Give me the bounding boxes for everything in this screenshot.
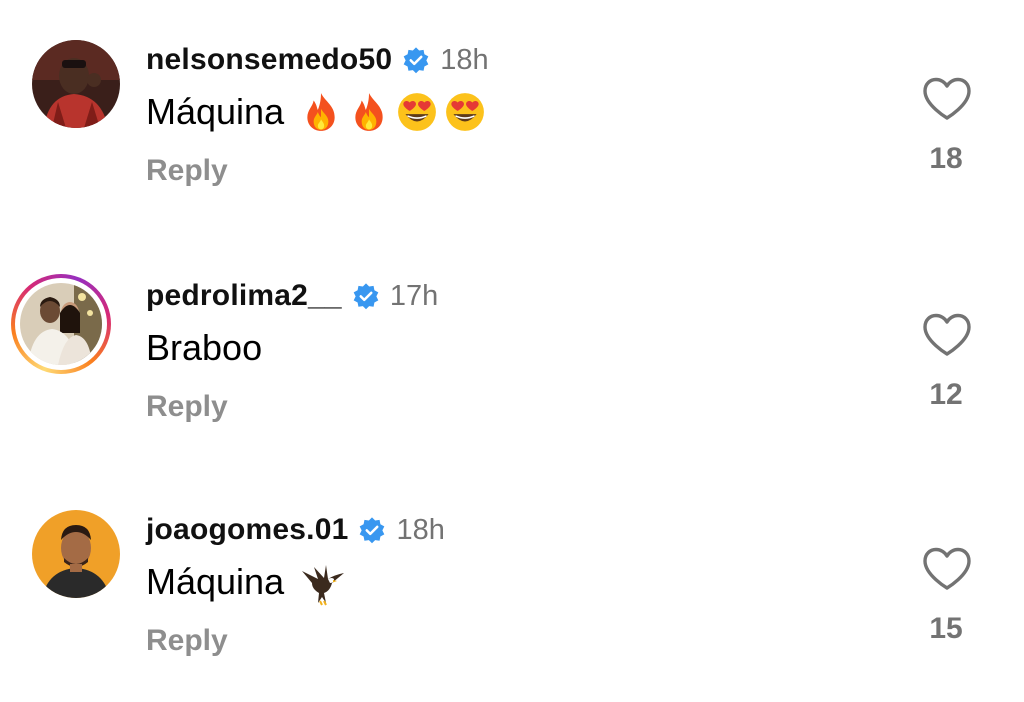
fire-emoji-icon bbox=[348, 91, 390, 133]
comment-item: joaogomes.01 18h Máquina Reply 15 bbox=[0, 470, 1024, 670]
comment-text: Máquina bbox=[146, 561, 285, 602]
like-heart-icon[interactable] bbox=[920, 546, 974, 592]
avatar[interactable] bbox=[32, 40, 120, 128]
comment-item: nelsonsemedo50 18h Máquina Reply 18 bbox=[0, 0, 1024, 200]
fire-emoji-icon bbox=[300, 91, 342, 133]
like-heart-icon[interactable] bbox=[920, 312, 974, 358]
comment-text-line: Braboo bbox=[146, 326, 262, 370]
avatar[interactable] bbox=[20, 283, 102, 365]
reply-button[interactable]: Reply bbox=[146, 624, 228, 658]
reply-button[interactable]: Reply bbox=[146, 390, 228, 424]
eagle-emoji-icon bbox=[300, 561, 345, 606]
like-heart-icon[interactable] bbox=[920, 76, 974, 122]
comment-item: pedrolima2__ 17h Braboo Reply 12 bbox=[0, 236, 1024, 436]
like-count: 12 bbox=[929, 378, 963, 411]
comment-header: joaogomes.01 18h bbox=[146, 510, 445, 550]
reply-button[interactable]: Reply bbox=[146, 154, 228, 188]
verified-badge-icon bbox=[352, 282, 380, 310]
comment-header: nelsonsemedo50 18h bbox=[146, 40, 489, 80]
comment-text-line: Máquina bbox=[146, 560, 345, 606]
emoji-group bbox=[300, 561, 345, 606]
username[interactable]: joaogomes.01 bbox=[146, 513, 348, 547]
comment-time: 17h bbox=[389, 279, 439, 312]
comment-header: pedrolima2__ 17h bbox=[146, 276, 438, 316]
emoji-group bbox=[300, 91, 486, 133]
comment-text: Máquina bbox=[146, 91, 285, 132]
verified-badge-icon bbox=[358, 516, 386, 544]
like-count: 18 bbox=[929, 142, 963, 175]
comment-time: 18h bbox=[440, 43, 489, 76]
username[interactable]: pedrolima2__ bbox=[146, 279, 342, 313]
heart-eyes-emoji-icon bbox=[396, 91, 438, 133]
heart-eyes-emoji-icon bbox=[444, 91, 486, 133]
avatar[interactable] bbox=[32, 510, 120, 598]
comment-text: Braboo bbox=[146, 327, 263, 368]
like-count: 15 bbox=[929, 612, 963, 645]
comment-text-line: Máquina bbox=[146, 90, 486, 134]
verified-badge-icon bbox=[402, 46, 430, 74]
story-ring[interactable] bbox=[11, 274, 111, 374]
comment-time: 18h bbox=[396, 513, 445, 546]
username[interactable]: nelsonsemedo50 bbox=[146, 43, 392, 77]
